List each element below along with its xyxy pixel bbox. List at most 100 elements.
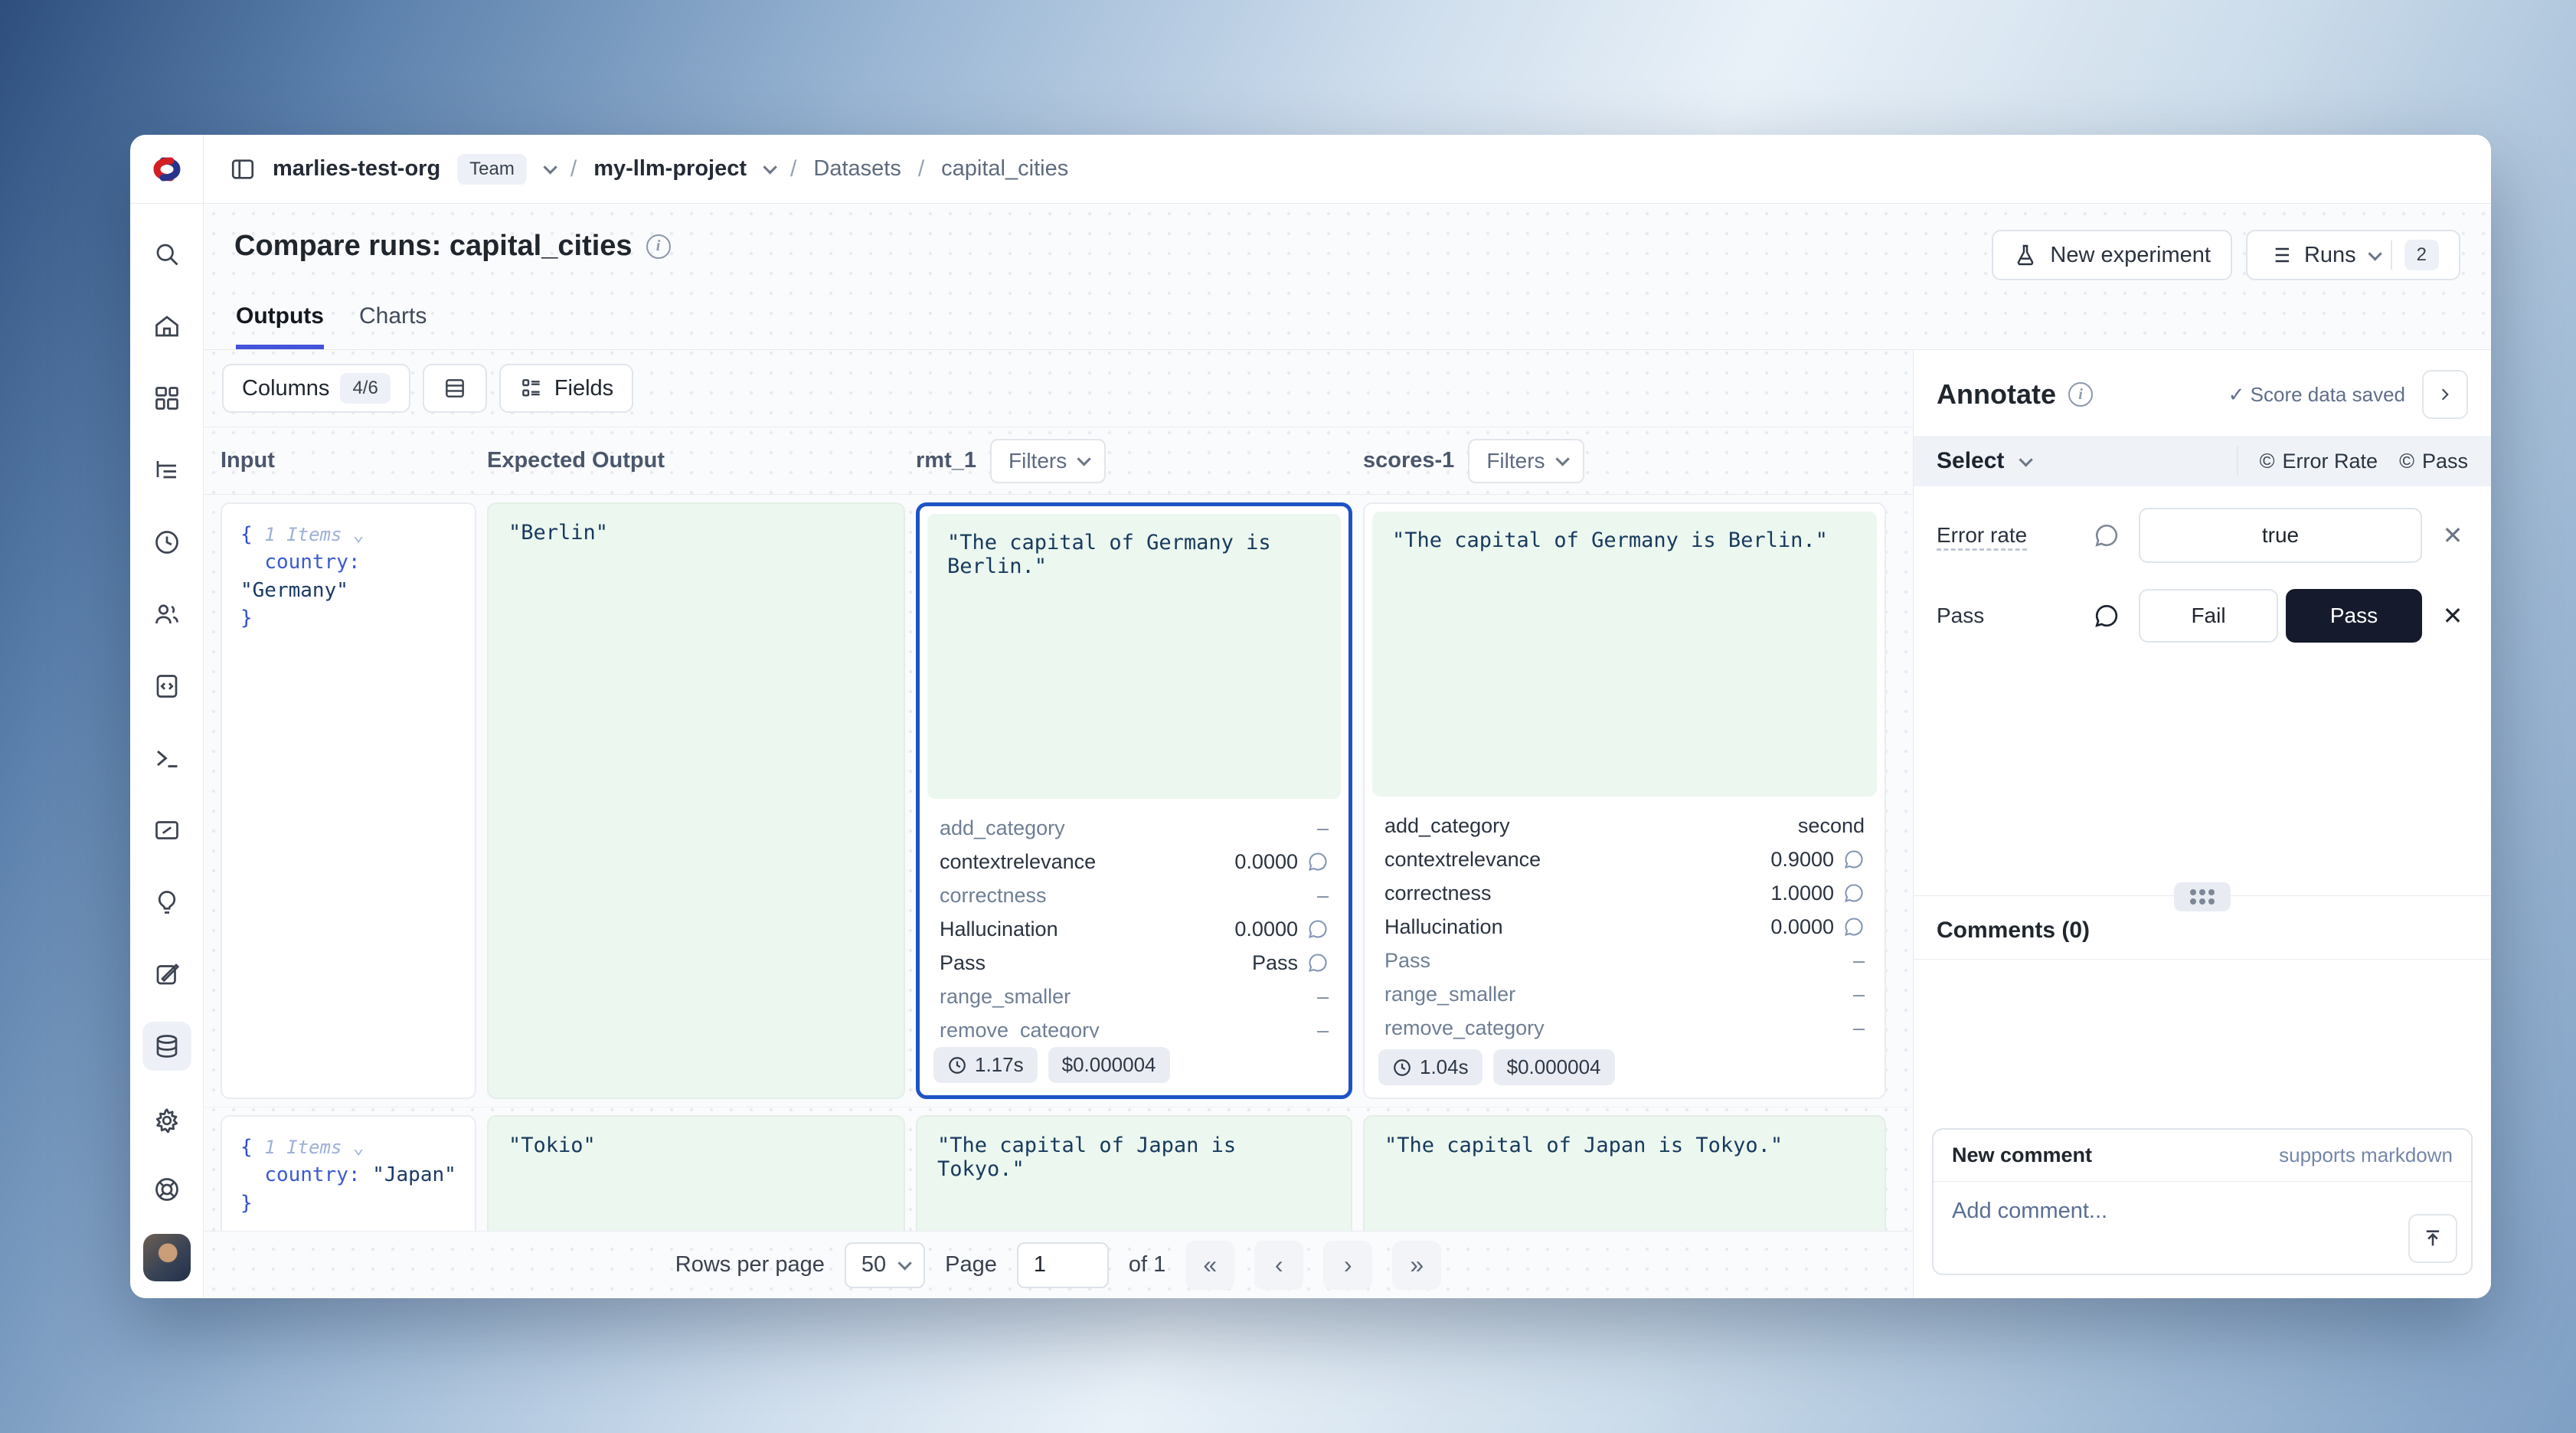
prev-page-button[interactable]: ‹ — [1254, 1241, 1303, 1290]
filters-button-rmt1[interactable]: Filters — [990, 439, 1106, 483]
history-clock-icon[interactable] — [142, 518, 191, 567]
evaluations-icon[interactable] — [142, 806, 191, 855]
metrics-list: add_category– contextrelevance0.0000 cor… — [920, 806, 1348, 1038]
settings-gear-icon[interactable] — [142, 1096, 191, 1145]
playground-icon[interactable] — [142, 950, 191, 999]
columns-button[interactable]: Columns 4/6 — [222, 364, 410, 413]
metric-value: 0.0000 — [1234, 850, 1329, 874]
breadcrumb-separator: / — [918, 156, 924, 182]
first-page-button[interactable]: « — [1185, 1241, 1234, 1290]
metric-label: Pass — [1384, 949, 1430, 973]
app-window: marlies-test-org Team / my-llm-project /… — [130, 135, 2491, 1298]
app-logo[interactable] — [130, 135, 203, 204]
traces-tree-icon[interactable] — [142, 446, 191, 495]
fail-button[interactable]: Fail — [2139, 589, 2278, 643]
json-items-toggle[interactable]: 1 Items ⌄ — [264, 1137, 364, 1158]
comment-placeholder: Add comment... — [1952, 1199, 2107, 1223]
scores1-output-cell[interactable]: "The capital of Japan is Tokyo." — [1363, 1115, 1886, 1231]
runs-list-icon — [2267, 243, 2292, 267]
json-close-brace: } — [240, 1192, 253, 1215]
comment-bubble-icon[interactable] — [1843, 882, 1865, 904]
comment-input[interactable]: Add comment... — [1934, 1182, 2471, 1274]
json-items-toggle[interactable]: 1 Items ⌄ — [264, 524, 364, 545]
page-title: Compare runs: capital_cities i — [234, 230, 671, 263]
filters-button-scores1[interactable]: Filters — [1468, 439, 1584, 483]
expected-output-cell[interactable]: "Tokio" — [487, 1115, 905, 1231]
breadcrumb-datasets[interactable]: Datasets — [813, 156, 901, 182]
rmt1-output-cell[interactable]: "The capital of Japan is Tokyo." — [916, 1115, 1352, 1231]
new-comment-card: New comment supports markdown Add commen… — [1932, 1128, 2473, 1275]
table-body: { 1 Items ⌄ country: "Germany" } "Berlin… — [204, 495, 1913, 1231]
user-avatar[interactable] — [143, 1234, 191, 1281]
breadcrumb-project[interactable]: my-llm-project — [593, 156, 747, 182]
rmt1-output-cell-selected[interactable]: "The capital of Germany is Berlin." add_… — [916, 502, 1352, 1099]
page-label: Page — [945, 1252, 997, 1278]
spec-chip-pass[interactable]: ©Pass — [2399, 450, 2468, 473]
metric-label: contextrelevance — [940, 850, 1096, 874]
chevron-down-icon[interactable] — [763, 160, 776, 174]
last-page-button[interactable]: » — [1392, 1241, 1441, 1290]
metric-value: Pass — [1252, 951, 1329, 975]
chevron-down-icon[interactable] — [543, 160, 557, 174]
chevron-down-icon — [898, 1256, 912, 1270]
page-number-input[interactable] — [1017, 1242, 1109, 1288]
collapse-panel-button[interactable] — [2422, 370, 2468, 419]
users-icon[interactable] — [142, 590, 191, 639]
breadcrumb-dataset[interactable]: capital_cities — [941, 156, 1068, 182]
metric-label: Hallucination — [1384, 915, 1503, 939]
breadcrumb-org[interactable]: marlies-test-org — [273, 156, 440, 182]
comment-bubble-icon[interactable] — [1307, 851, 1329, 872]
search-icon[interactable] — [142, 230, 191, 279]
clear-error-rate-button[interactable]: ✕ — [2437, 521, 2468, 550]
spec-select-dropdown[interactable]: Select — [1937, 448, 2029, 474]
comment-bubble-icon[interactable] — [1843, 849, 1865, 870]
comment-bubble-icon[interactable] — [1307, 918, 1329, 940]
metric-value: second — [1798, 814, 1865, 838]
row-height-button[interactable] — [423, 364, 487, 413]
info-icon[interactable]: i — [2068, 382, 2093, 407]
column-header-expected-output[interactable]: Expected Output — [487, 448, 905, 473]
table-row: { 1 Items ⌄ country: "Germany" } "Berlin… — [204, 495, 1913, 1107]
pass-button[interactable]: Pass — [2286, 589, 2422, 643]
cost-chip: $0.000004 — [1493, 1049, 1615, 1085]
terminal-icon[interactable] — [142, 734, 191, 783]
column-header-input[interactable]: Input — [221, 448, 476, 473]
annotation-spec-bar: Select ©Error Rate ©Pass — [1914, 436, 2491, 486]
tab-outputs[interactable]: Outputs — [236, 303, 324, 349]
metric-label: remove_category — [1384, 1016, 1545, 1040]
info-icon[interactable]: i — [646, 234, 671, 259]
lightbulb-icon[interactable] — [142, 878, 191, 927]
input-cell[interactable]: { 1 Items ⌄ country: "Germany" } — [221, 502, 476, 1099]
input-cell[interactable]: { 1 Items ⌄ country: "Japan" } — [221, 1115, 476, 1231]
expected-output-cell[interactable]: "Berlin" — [487, 502, 905, 1099]
comment-bubble-icon[interactable] — [1843, 916, 1865, 937]
new-comment-label: New comment — [1952, 1143, 2092, 1167]
home-icon[interactable] — [142, 302, 191, 351]
fields-button[interactable]: Fields — [499, 364, 633, 413]
file-code-icon[interactable] — [142, 662, 191, 711]
comment-bubble-dots-icon[interactable] — [2090, 603, 2123, 629]
datasets-icon[interactable] — [142, 1022, 191, 1071]
dashboard-icon[interactable] — [142, 374, 191, 423]
table-row: { 1 Items ⌄ country: "Japan" } "Tokio" — [204, 1107, 1913, 1231]
comment-bubble-icon[interactable] — [1307, 952, 1329, 973]
help-lifering-icon[interactable] — [142, 1165, 191, 1214]
error-rate-input[interactable] — [2139, 508, 2422, 563]
next-page-button[interactable]: › — [1323, 1241, 1372, 1290]
json-open-brace: { — [240, 1136, 253, 1159]
flask-icon — [2013, 243, 2038, 267]
runs-button[interactable]: Runs 2 — [2246, 230, 2460, 280]
model-output-text: "The capital of Germany is Berlin." — [1372, 512, 1877, 797]
drag-handle[interactable] — [2174, 882, 2231, 911]
tab-charts[interactable]: Charts — [359, 303, 427, 349]
comment-bubble-icon[interactable] — [2090, 522, 2123, 548]
runs-count-badge: 2 — [2404, 240, 2439, 270]
sidebar-toggle-icon[interactable] — [230, 156, 256, 182]
submit-comment-button[interactable] — [2408, 1214, 2457, 1263]
page-size-select[interactable]: 50 — [845, 1242, 925, 1288]
clear-pass-button[interactable]: ✕ — [2437, 601, 2468, 630]
spec-chip-error-rate[interactable]: ©Error Rate — [2260, 450, 2378, 473]
new-experiment-button[interactable]: New experiment — [1992, 230, 2232, 280]
scores1-output-cell[interactable]: "The capital of Germany is Berlin." add_… — [1363, 502, 1886, 1099]
model-output-text: "The capital of Japan is Tokyo." — [917, 1117, 1351, 1198]
